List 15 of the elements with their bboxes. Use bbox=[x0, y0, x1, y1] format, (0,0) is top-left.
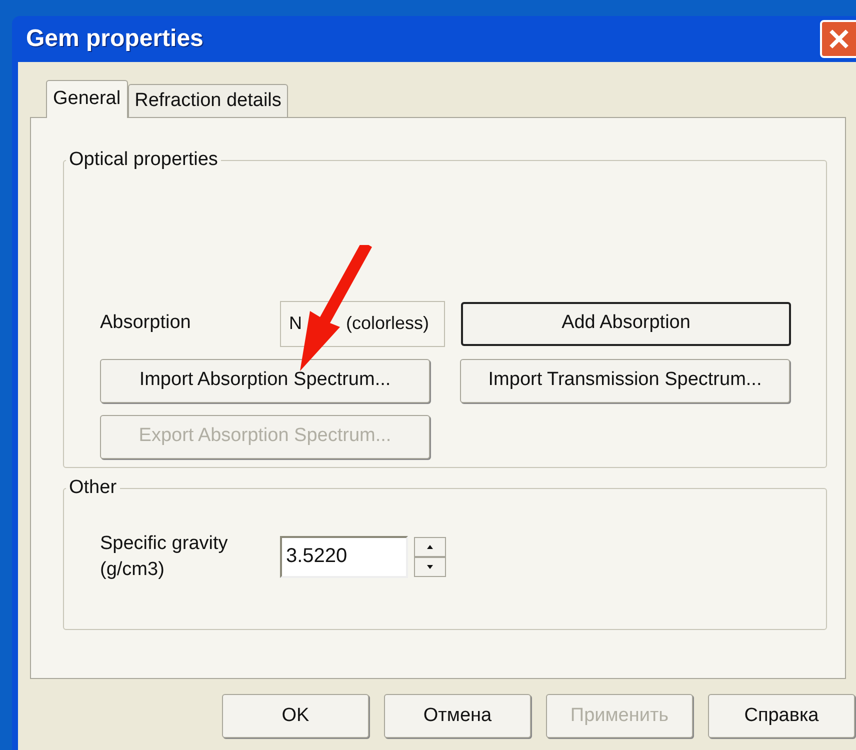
group-title: Other bbox=[68, 476, 118, 500]
dialog-button[interactable]: Справка bbox=[708, 694, 855, 738]
tab[interactable]: Refraction details bbox=[128, 84, 288, 117]
field-label: Specific gravity (g/cm3) bbox=[100, 532, 229, 582]
absorption-field: N (colorless) bbox=[280, 300, 445, 346]
dialog-button[interactable]: Import Absorption Spectrum... bbox=[100, 358, 430, 402]
gravity-input[interactable]: 3.5220 bbox=[280, 536, 408, 578]
dialog-button[interactable]: Отмена bbox=[384, 694, 531, 738]
dialog-button[interactable]: Import Transmission Spectrum... bbox=[460, 358, 790, 402]
tab[interactable]: General bbox=[46, 80, 128, 118]
dialog-button[interactable]: Add Absorption bbox=[461, 302, 791, 346]
dialog-button[interactable]: OK bbox=[222, 694, 369, 738]
field-label: Absorption bbox=[100, 311, 192, 336]
group-title: Optical properties bbox=[68, 148, 219, 172]
window-title: Gem properties bbox=[26, 24, 204, 54]
